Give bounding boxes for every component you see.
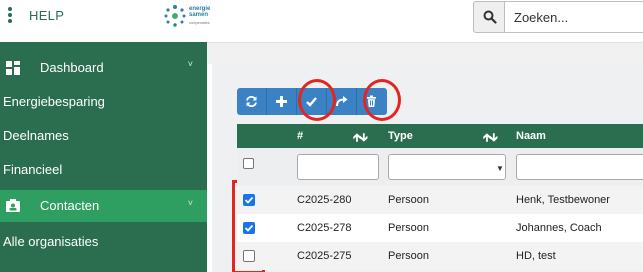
dashboard-icon <box>6 61 20 75</box>
add-button[interactable] <box>267 88 297 115</box>
sidebar-item-energiebesparing[interactable]: Energiebesparing <box>0 85 207 119</box>
table-row[interactable]: C2025-278 Persoon Johannes, Coach <box>237 214 643 242</box>
cell-type: Persoon <box>388 222 429 234</box>
highlight-ring-confirm <box>298 79 336 121</box>
sidebar-item-label: Energiebesparing <box>3 94 105 109</box>
checkmark-icon <box>244 224 254 232</box>
sidebar-item-alle-organisaties[interactable]: Alle organisaties <box>0 225 207 259</box>
cell-name: HD, test <box>516 250 556 262</box>
column-header-type[interactable]: Type <box>388 130 413 142</box>
name-filter-input[interactable] <box>516 154 643 180</box>
cell-name: Henk, Testbewoner <box>516 194 610 206</box>
cell-number: C2025-278 <box>297 222 352 234</box>
cell-number: C2025-275 <box>297 250 352 262</box>
sidebar: Dashboard ˅ Energiebesparing Deelnames F… <box>0 42 207 272</box>
type-filter-select[interactable] <box>388 154 506 180</box>
search-icon <box>483 10 497 24</box>
highlight-ring-delete <box>363 79 401 121</box>
plus-icon <box>276 96 287 107</box>
table-row[interactable]: C2025-275 Persoon HD, test <box>237 242 643 270</box>
contact-card-icon <box>6 199 20 212</box>
refresh-button[interactable] <box>237 88 267 115</box>
checkmark-icon <box>244 196 254 204</box>
sidebar-item-label: Dashboard <box>40 60 104 75</box>
filter-row: ▼ <box>237 148 643 186</box>
cell-type: Persoon <box>388 250 429 262</box>
row-checkbox-checked[interactable] <box>243 222 255 234</box>
column-header-name[interactable]: Naam <box>516 130 546 142</box>
sort-arrows-icon[interactable]: 🡱🡳 <box>483 129 498 148</box>
cell-number: C2025-280 <box>297 194 352 206</box>
cell-type: Persoon <box>388 194 429 206</box>
sidebar-item-dashboard[interactable]: Dashboard ˅ <box>0 51 207 85</box>
chevron-down-icon: ˅ <box>187 198 193 208</box>
sidebar-item-deelnames[interactable]: Deelnames <box>0 119 207 153</box>
logo-text: energie samen <box>189 6 211 18</box>
search-button[interactable] <box>473 1 505 33</box>
row-checkbox-unchecked[interactable] <box>243 250 255 262</box>
sidebar-item-label: Alle organisaties <box>3 234 99 249</box>
number-filter-input[interactable] <box>297 154 379 180</box>
sidebar-item-financieel[interactable]: Financieel <box>0 153 207 187</box>
cell-name: Johannes, Coach <box>516 222 602 234</box>
refresh-icon <box>246 95 257 108</box>
search-input[interactable] <box>505 1 643 33</box>
kebab-vertical-icon[interactable] <box>6 7 14 23</box>
column-header-number[interactable]: # <box>297 130 303 142</box>
energie-samen-logo[interactable] <box>163 3 187 29</box>
sidebar-item-label: Contacten <box>40 198 100 213</box>
top-bar: HELP energie samen coöperaties <box>0 0 643 42</box>
sidebar-item-label: Financieel <box>3 162 63 177</box>
sidebar-item-label: Deelnames <box>3 128 69 143</box>
table-row[interactable]: C2025-280 Persoon Henk, Testbewoner <box>237 186 643 214</box>
select-all-checkbox[interactable] <box>243 158 254 169</box>
sidebar-item-contacten[interactable]: Contacten ˅ <box>0 190 207 222</box>
table-header: # 🡱🡳 Type 🡱🡳 Naam <box>237 124 643 148</box>
share-arrow-icon <box>336 96 348 107</box>
sort-arrows-icon[interactable]: 🡱🡳 <box>353 129 368 148</box>
content-header-strip <box>207 42 643 64</box>
row-checkbox-checked[interactable] <box>243 194 255 206</box>
logo-subtext: coöperaties <box>189 20 210 25</box>
help-link[interactable]: HELP <box>29 8 64 23</box>
chevron-down-icon: ˅ <box>187 59 193 69</box>
